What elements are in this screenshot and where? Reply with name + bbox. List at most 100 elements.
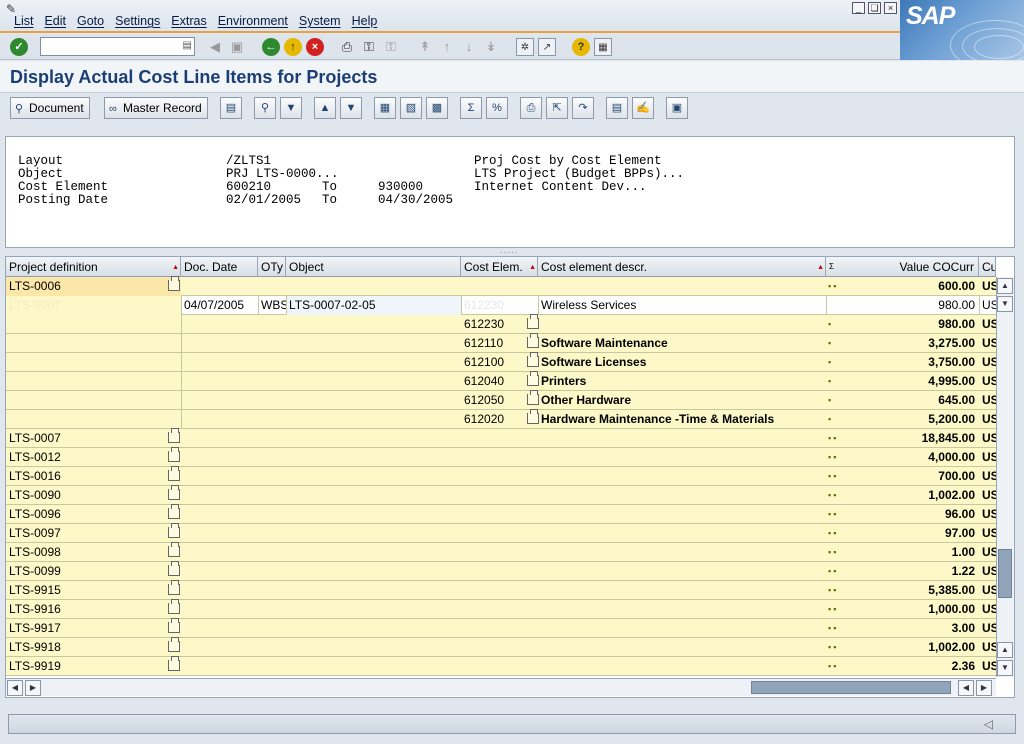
subtotal-icon[interactable] bbox=[168, 428, 180, 443]
subtotal-icon[interactable] bbox=[168, 276, 180, 291]
table-row[interactable]: 612110Software Maintenance▪3,275.00US bbox=[6, 333, 996, 353]
command-dropdown-icon[interactable]: ▤ bbox=[183, 40, 192, 51]
column-currency[interactable]: Cu bbox=[979, 257, 996, 277]
table-row[interactable]: 612230▪980.00US bbox=[6, 314, 996, 334]
subtotal-icon[interactable] bbox=[527, 314, 539, 329]
table-row[interactable]: LTS-0016▪▪700.00US bbox=[6, 466, 996, 486]
sort-descending-button[interactable]: ▼ bbox=[340, 97, 362, 119]
find-button[interactable]: ⚲ bbox=[254, 97, 276, 119]
subtotal-icon[interactable] bbox=[168, 523, 180, 538]
sort-ascending-button[interactable]: ▲ bbox=[314, 97, 336, 119]
scroll-right-end-icon[interactable]: ▶ bbox=[976, 680, 992, 696]
menu-list-item[interactable]: List bbox=[14, 14, 33, 28]
table-row[interactable]: LTS-0096▪▪96.00US bbox=[6, 504, 996, 524]
enter-icon[interactable]: ✓ bbox=[10, 38, 28, 56]
exit-icon[interactable]: ↑ bbox=[284, 38, 302, 56]
detail-button[interactable]: ▤ bbox=[220, 97, 242, 119]
menu-help[interactable]: Help bbox=[352, 14, 378, 28]
column-doc-date[interactable]: Doc. Date bbox=[181, 257, 258, 277]
column-cost-elem[interactable]: Cost Elem. ▲ bbox=[461, 257, 538, 277]
subtotal-button[interactable]: % bbox=[486, 97, 508, 119]
subtotal-icon[interactable] bbox=[168, 580, 180, 595]
last-page-icon[interactable]: ↡ bbox=[482, 38, 500, 56]
total-button[interactable]: Σ bbox=[460, 97, 482, 119]
menu-environment[interactable]: Environment bbox=[218, 14, 288, 28]
scroll-left-end-icon[interactable]: ◀ bbox=[958, 680, 974, 696]
save-icon[interactable]: ▣ bbox=[228, 38, 246, 56]
table-row[interactable]: LTS-0007▪▪18,845.00US bbox=[6, 428, 996, 448]
send-button[interactable]: ↷ bbox=[572, 97, 594, 119]
menu-goto[interactable]: Goto bbox=[77, 14, 104, 28]
restore-icon[interactable]: ❏ bbox=[868, 2, 881, 14]
column-cost-element-descr[interactable]: Cost element descr. ▲ bbox=[538, 257, 826, 277]
scroll-up-top-icon[interactable]: ▲ bbox=[997, 278, 1013, 294]
abc-analysis-button[interactable]: ▣ bbox=[666, 97, 688, 119]
table-row[interactable]: 612050Other Hardware▪645.00US bbox=[6, 390, 996, 410]
menu-system[interactable]: System bbox=[299, 14, 341, 28]
print-icon[interactable]: ⎙ bbox=[338, 38, 356, 56]
subtotal-icon[interactable] bbox=[168, 618, 180, 633]
subtotal-icon[interactable] bbox=[168, 485, 180, 500]
table-row[interactable]: LTS-0090▪▪1,002.00US bbox=[6, 485, 996, 505]
subtotal-icon[interactable] bbox=[168, 447, 180, 462]
cancel-icon[interactable]: × bbox=[306, 38, 324, 56]
column-value-cocurr[interactable]: Σ Value COCurr bbox=[826, 257, 979, 277]
table-row[interactable]: LTS-9917▪▪3.00US bbox=[6, 618, 996, 638]
menu-extras[interactable]: Extras bbox=[171, 14, 206, 28]
table-row[interactable]: LTS-0007 04/07/2005 WBS LTS-0007-02-05 61223… bbox=[6, 296, 996, 315]
word-processing-button[interactable]: ✍ bbox=[632, 97, 654, 119]
export-button[interactable]: ⇱ bbox=[546, 97, 568, 119]
scroll-right-icon[interactable]: ▶ bbox=[25, 680, 41, 696]
subtotal-icon[interactable] bbox=[168, 504, 180, 519]
spreadsheet-button[interactable]: ▤ bbox=[606, 97, 628, 119]
new-session-icon[interactable]: ✲ bbox=[516, 38, 534, 56]
master-record-button[interactable]: ∞ Master Record bbox=[104, 97, 208, 119]
scroll-down-icon[interactable]: ▼ bbox=[997, 660, 1013, 676]
shortcut-icon[interactable]: ↗ bbox=[538, 38, 556, 56]
close-icon[interactable]: × bbox=[884, 2, 897, 14]
table-row[interactable]: LTS-9919▪▪2.36US bbox=[6, 656, 996, 676]
save-layout-button[interactable]: ▩ bbox=[426, 97, 448, 119]
filter-button[interactable]: ▼ bbox=[280, 97, 302, 119]
minimize-icon[interactable]: _ bbox=[852, 2, 865, 14]
subtotal-icon[interactable] bbox=[168, 542, 180, 557]
table-row[interactable]: LTS-9916▪▪1,000.00US bbox=[6, 599, 996, 619]
subtotal-icon[interactable] bbox=[168, 561, 180, 576]
column-object[interactable]: Object bbox=[286, 257, 461, 277]
vertical-scrollbar[interactable]: ▲ ▼ ▲ ▼ bbox=[996, 277, 1014, 677]
status-expand-icon[interactable]: ◁ bbox=[984, 717, 993, 731]
subtotal-icon[interactable] bbox=[168, 637, 180, 652]
change-layout-button[interactable]: ▧ bbox=[400, 97, 422, 119]
column-project-definition[interactable]: Project definition ▲ bbox=[6, 257, 181, 277]
table-row[interactable]: 612040Printers▪4,995.00US bbox=[6, 371, 996, 391]
previous-page-icon[interactable]: ↑ bbox=[438, 38, 456, 56]
table-row[interactable]: LTS-0099▪▪1.22US bbox=[6, 561, 996, 581]
print-preview-button[interactable]: ⎙ bbox=[520, 97, 542, 119]
table-row[interactable]: 612100Software Licenses▪3,750.00US bbox=[6, 352, 996, 372]
first-page-icon[interactable]: ↟ bbox=[416, 38, 434, 56]
table-row[interactable]: LTS-0012▪▪4,000.00US bbox=[6, 447, 996, 467]
find-next-icon[interactable]: ⚿ bbox=[382, 38, 400, 56]
next-page-icon[interactable]: ↓ bbox=[460, 38, 478, 56]
table-row[interactable]: LTS-0098▪▪1.00US bbox=[6, 542, 996, 562]
scroll-down-top-icon[interactable]: ▼ bbox=[997, 296, 1013, 312]
table-row[interactable]: LTS-9915▪▪5,385.00US bbox=[6, 580, 996, 600]
subtotal-icon[interactable] bbox=[168, 599, 180, 614]
find-icon[interactable]: ⚿ bbox=[360, 38, 378, 56]
subtotal-icon[interactable] bbox=[168, 466, 180, 481]
subtotal-icon[interactable] bbox=[168, 656, 180, 671]
vertical-scroll-thumb[interactable] bbox=[998, 549, 1012, 598]
table-row[interactable]: LTS-0097▪▪97.00US bbox=[6, 523, 996, 543]
layout-menu-icon[interactable]: ▦ bbox=[594, 38, 612, 56]
menu-settings[interactable]: Settings bbox=[115, 14, 160, 28]
scroll-left-icon[interactable]: ◀ bbox=[7, 680, 23, 696]
table-row[interactable]: 612020 Hardware Maintenance -Time & Mater… bbox=[6, 409, 996, 429]
select-layout-button[interactable]: ▦ bbox=[374, 97, 396, 119]
command-field[interactable]: ▤ bbox=[40, 37, 195, 56]
horizontal-scrollbar[interactable]: ◀ ▶ ◀ ▶ bbox=[6, 678, 996, 696]
document-button[interactable]: ⚲ Document bbox=[10, 97, 90, 119]
back-icon[interactable]: ← bbox=[262, 38, 280, 56]
scroll-up-icon[interactable]: ▲ bbox=[997, 642, 1013, 658]
table-row[interactable]: LTS-0006▪▪600.00US bbox=[6, 276, 996, 296]
horizontal-scroll-thumb[interactable] bbox=[751, 681, 951, 694]
